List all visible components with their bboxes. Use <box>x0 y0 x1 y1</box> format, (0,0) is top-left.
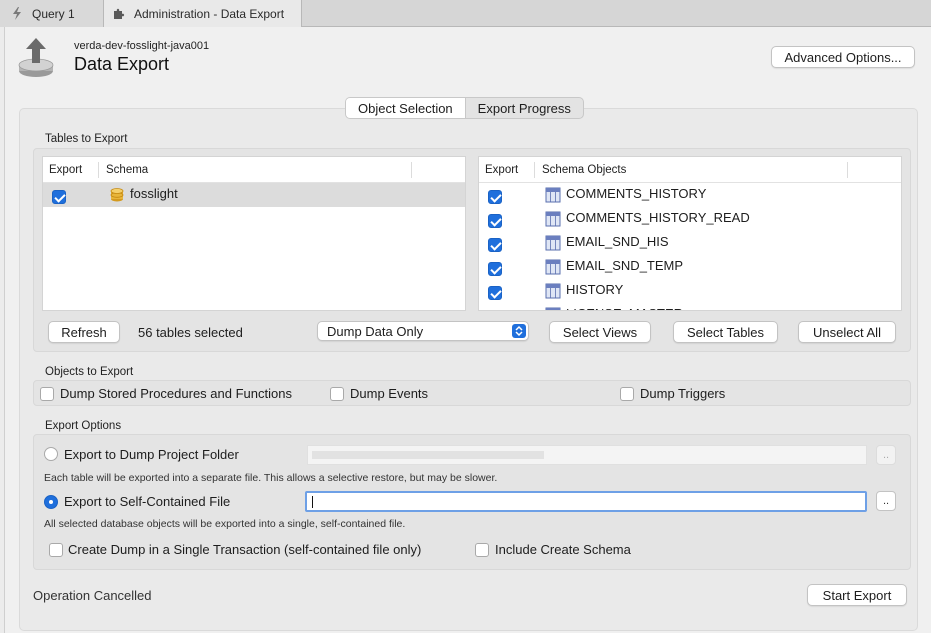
selected-count: 56 tables selected <box>138 325 243 340</box>
object-export-checkbox[interactable] <box>488 214 502 228</box>
dump-mode-value: Dump Data Only <box>327 324 424 339</box>
table-icon <box>545 259 561 275</box>
schema-table: Export Schema fosslight <box>42 156 466 311</box>
puzzle-icon <box>112 7 126 21</box>
object-name: LICENSE_MASTER <box>566 306 683 310</box>
schema-export-checkbox[interactable] <box>52 190 66 204</box>
table-row[interactable]: HISTORY <box>479 279 901 303</box>
column-header-schema-objects[interactable]: Schema Objects <box>542 164 626 176</box>
object-export-checkbox[interactable] <box>488 286 502 300</box>
folder-browse-button[interactable]: .. <box>876 445 896 465</box>
schema-objects-header: Export Schema Objects <box>479 157 901 183</box>
object-name: HISTORY <box>566 282 624 297</box>
view-switcher: Object Selection Export Progress <box>345 97 584 119</box>
tab-object-selection[interactable]: Object Selection <box>346 98 466 118</box>
schema-table-header: Export Schema <box>43 157 465 183</box>
object-name: COMMENTS_HISTORY <box>566 186 707 201</box>
text-cursor <box>312 496 313 508</box>
refresh-button[interactable]: Refresh <box>48 321 120 343</box>
table-icon <box>545 187 561 203</box>
object-name: COMMENTS_HISTORY_READ <box>566 210 750 225</box>
export-folder-label[interactable]: Export to Dump Project Folder <box>64 447 239 462</box>
schema-objects-list: COMMENTS_HISTORY COMMENTS_HISTORY_READ EMA… <box>479 183 901 311</box>
object-name: EMAIL_SND_TEMP <box>566 258 684 273</box>
single-transaction-label[interactable]: Create Dump in a Single Transaction (sel… <box>68 542 421 557</box>
tab-label: Administration - Data Export <box>134 6 285 21</box>
advanced-options-button[interactable]: Advanced Options... <box>771 46 915 68</box>
include-schema-label[interactable]: Include Create Schema <box>495 542 631 557</box>
table-icon <box>545 211 561 227</box>
file-path-field[interactable] <box>305 491 867 512</box>
object-export-checkbox[interactable] <box>488 310 502 311</box>
table-icon <box>545 235 561 251</box>
table-icon <box>545 283 561 299</box>
file-option-description: All selected database objects will be ex… <box>44 518 406 530</box>
table-row[interactable]: COMMENTS_HISTORY_READ <box>479 207 901 231</box>
select-views-button[interactable]: Select Views <box>549 321 651 343</box>
single-transaction-checkbox[interactable] <box>49 543 63 557</box>
chevron-updown-icon <box>512 324 526 338</box>
connection-name: verda-dev-fosslight-java001 <box>74 40 210 52</box>
tab-export-progress[interactable]: Export Progress <box>466 98 583 118</box>
dump-triggers-label[interactable]: Dump Triggers <box>640 386 725 401</box>
dump-routines-label[interactable]: Dump Stored Procedures and Functions <box>60 386 292 401</box>
column-header-schema[interactable]: Schema <box>106 164 148 176</box>
export-file-radio[interactable] <box>44 495 58 509</box>
objects-to-export-label: Objects to Export <box>45 366 134 378</box>
table-row[interactable]: EMAIL_SND_TEMP <box>479 255 901 279</box>
export-folder-radio[interactable] <box>44 447 58 461</box>
folder-option-description: Each table will be exported into a separ… <box>44 472 498 484</box>
column-header-export[interactable]: Export <box>485 164 518 176</box>
blurred-path-value <box>312 451 544 459</box>
column-header-export[interactable]: Export <box>49 164 82 176</box>
tab-bar: Query 1 Administration - Data Export <box>0 0 931 27</box>
object-export-checkbox[interactable] <box>488 262 502 276</box>
schema-name: fosslight <box>130 186 178 201</box>
object-name: EMAIL_SND_HIS <box>566 234 669 249</box>
unselect-all-button[interactable]: Unselect All <box>798 321 896 343</box>
tab-data-export[interactable]: Administration - Data Export <box>104 0 302 27</box>
folder-path-field[interactable] <box>307 445 867 465</box>
schema-objects-table: Export Schema Objects COMMENTS_HISTORY CO… <box>478 156 902 311</box>
start-export-button[interactable]: Start Export <box>807 584 907 606</box>
database-icon <box>109 187 125 203</box>
export-file-label[interactable]: Export to Self-Contained File <box>64 494 230 509</box>
table-row[interactable]: EMAIL_SND_HIS <box>479 231 901 255</box>
select-tables-button[interactable]: Select Tables <box>673 321 778 343</box>
dump-events-checkbox[interactable] <box>330 387 344 401</box>
page-title: Data Export <box>74 54 170 74</box>
object-export-checkbox[interactable] <box>488 238 502 252</box>
object-export-checkbox[interactable] <box>488 190 502 204</box>
tab-query-1[interactable]: Query 1 <box>0 0 104 27</box>
data-export-page: verda-dev-fosslight-java001 Data Export … <box>4 27 931 633</box>
export-options-label: Export Options <box>45 420 122 432</box>
dump-routines-checkbox[interactable] <box>40 387 54 401</box>
table-icon <box>545 307 561 310</box>
dump-triggers-checkbox[interactable] <box>620 387 634 401</box>
table-row[interactable]: LICENSE_MASTER <box>479 303 901 311</box>
dump-events-label[interactable]: Dump Events <box>350 386 428 401</box>
tables-to-export-label: Tables to Export <box>45 133 128 145</box>
dump-mode-select[interactable]: Dump Data Only <box>317 321 529 341</box>
lightning-icon <box>10 7 24 21</box>
table-row[interactable]: fosslight <box>43 183 465 207</box>
include-schema-checkbox[interactable] <box>475 543 489 557</box>
table-row[interactable]: COMMENTS_HISTORY <box>479 183 901 207</box>
export-upload-icon <box>17 37 55 79</box>
operation-status: Operation Cancelled <box>33 588 152 603</box>
file-browse-button[interactable]: .. <box>876 491 896 511</box>
tab-label: Query 1 <box>32 6 75 21</box>
